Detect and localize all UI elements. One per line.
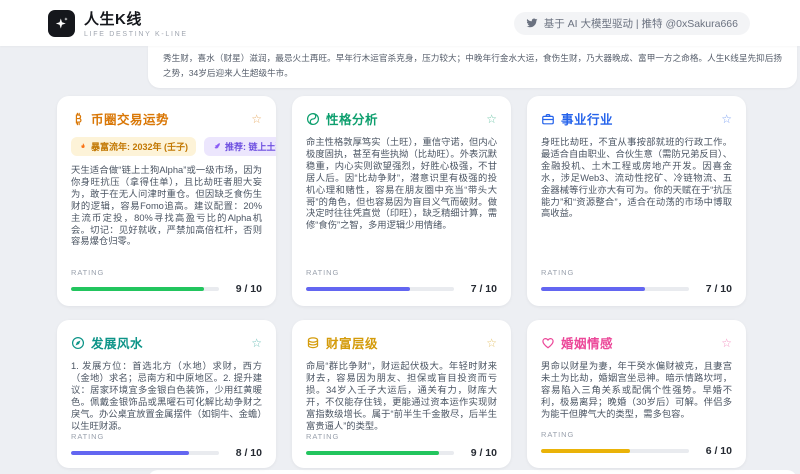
rating-score: 7 / 10: [465, 283, 497, 295]
card-body-text: 命局“群比争财”，财运起伏极大。年轻时财来财去，容易因为朋友、担保或盲目投资而亏…: [306, 361, 497, 432]
favorite-star-icon[interactable]: ☆: [251, 337, 262, 349]
card-body-text: 1. 发展方位：首选北方（水地）求财，西方（金地）求名；忌南方和中原地区。2. …: [71, 361, 262, 432]
next-section-card-top: [148, 470, 797, 474]
rating-fill: [306, 451, 439, 455]
card-marriage: 婚姻情感 ☆ 男命以财星为妻，年干癸水偏财被克，且妻宫未土为比劫，婚姻宫坐忌神。…: [527, 320, 746, 468]
twitter-bird-icon: [526, 17, 538, 29]
tag-recommendation: 推荐: 链上土狗Alpha: [204, 137, 276, 156]
app-logo: [48, 10, 75, 37]
twitter-badge-text: 基于 AI 大模型驱动 | 推特 @0xSakura666: [544, 16, 738, 31]
card-title: 事业行业: [561, 109, 715, 128]
overview-text: 秀生财，喜水（财星）滋润，最忌火土再旺。早年行木运官杀克身，压力较大；中晚年行金…: [163, 51, 782, 81]
rating-score: 9 / 10: [465, 447, 497, 459]
card-header: 币圈交易运势 ☆: [71, 109, 262, 128]
twitter-badge[interactable]: 基于 AI 大模型驱动 | 推特 @0xSakura666: [514, 12, 750, 35]
rating-label: RATING: [71, 432, 262, 441]
rating-section: RATING 7 / 10: [541, 268, 732, 295]
sparkle-icon: [53, 15, 70, 32]
rating-bar: [541, 449, 689, 453]
cards-grid: 币圈交易运势 ☆ 暴富流年: 2032年 (壬子) 推荐: 链上土狗Alpha: [57, 96, 746, 468]
rating-fill: [306, 287, 410, 291]
taiji-icon: [306, 112, 320, 126]
compass-icon: [71, 336, 85, 350]
rating-fill: [71, 451, 189, 455]
card-body-text: 男命以财星为妻，年干癸水偏财被克，且妻宫未土为比劫，婚姻宫坐忌神。暗示情路坎坷，…: [541, 361, 732, 421]
card-body-text: 天生适合做“链上土狗Alpha”或一级市场，因为你身旺抗压（拿得住单），且比劫旺…: [71, 165, 262, 248]
card-title: 财富层级: [326, 333, 480, 352]
main-content: 秀生财，喜水（财星）滋润，最忌火土再旺。早年行木运官杀克身，压力较大；中晚年行金…: [0, 46, 800, 474]
card-career: 事业行业 ☆ 身旺比劫旺，不宜从事按部就班的行政工作。最适合自由职业、合伙生意（…: [527, 96, 746, 306]
flame-icon: [79, 142, 87, 151]
card-header: 财富层级 ☆: [306, 333, 497, 352]
favorite-star-icon[interactable]: ☆: [486, 113, 497, 125]
overview-card: 秀生财，喜水（财星）滋润，最忌火土再旺。早年行木运官杀克身，压力较大；中晚年行金…: [148, 46, 797, 88]
card-wealth: 财富层级 ☆ 命局“群比争财”，财运起伏极大。年轻时财来财去，容易因为朋友、担保…: [292, 320, 511, 468]
rating-label: RATING: [541, 268, 732, 277]
rating-bar: [306, 287, 454, 291]
rating-bar: [541, 287, 689, 291]
rating-label: RATING: [541, 430, 732, 439]
favorite-star-icon[interactable]: ☆: [251, 113, 262, 125]
bitcoin-icon: [71, 112, 85, 126]
card-header: 婚姻情感 ☆: [541, 333, 732, 352]
favorite-star-icon[interactable]: ☆: [486, 337, 497, 349]
rating-bar: [306, 451, 454, 455]
favorite-star-icon[interactable]: ☆: [721, 113, 732, 125]
card-header: 性格分析 ☆: [306, 109, 497, 128]
heart-icon: [541, 336, 555, 350]
rating-score: 7 / 10: [700, 283, 732, 295]
card-fengshui: 发展风水 ☆ 1. 发展方位：首选北方（水地）求财，西方（金地）求名；忌南方和中…: [57, 320, 276, 468]
favorite-star-icon[interactable]: ☆: [721, 337, 732, 349]
rating-score: 9 / 10: [230, 283, 262, 295]
rating-fill: [71, 287, 204, 291]
card-body-text: 命主性格敦厚笃实（土旺），重信守诺，但内心极度固执，甚至有些执拗（比劫旺）。外表…: [306, 137, 497, 232]
card-header: 发展风水 ☆: [71, 333, 262, 352]
rating-section: RATING 9 / 10: [306, 432, 497, 459]
card-title: 发展风水: [91, 333, 245, 352]
tag-label: 推荐: 链上土狗Alpha: [225, 140, 276, 153]
card-body-text: 身旺比劫旺，不宜从事按部就班的行政工作。最适合自由职业、合伙生意（需防兄弟反目）…: [541, 137, 732, 220]
briefcase-icon: [541, 112, 555, 126]
card-title: 性格分析: [326, 109, 480, 128]
rating-section: RATING 7 / 10: [306, 268, 497, 295]
card-title: 币圈交易运势: [91, 109, 245, 128]
rating-section: RATING 8 / 10: [71, 432, 262, 459]
tag-wealth-year: 暴富流年: 2032年 (壬子): [71, 137, 196, 156]
coins-icon: [306, 336, 320, 350]
card-header: 事业行业 ☆: [541, 109, 732, 128]
rating-label: RATING: [306, 268, 497, 277]
rating-bar: [71, 287, 219, 291]
card-title: 婚姻情感: [561, 333, 715, 352]
card-crypto-trading: 币圈交易运势 ☆ 暴富流年: 2032年 (壬子) 推荐: 链上土狗Alpha: [57, 96, 276, 306]
rating-fill: [541, 449, 630, 453]
rating-score: 8 / 10: [230, 447, 262, 459]
brand: 人生K线 LIFE DESTINY K-LINE: [48, 8, 188, 38]
rating-label: RATING: [71, 268, 262, 277]
app-title: 人生K线: [84, 8, 188, 29]
rating-score: 6 / 10: [700, 445, 732, 457]
rating-section: RATING 9 / 10: [71, 268, 262, 295]
app-subtitle: LIFE DESTINY K-LINE: [84, 31, 188, 38]
tag-label: 暴富流年: 2032年 (壬子): [91, 140, 188, 153]
rating-label: RATING: [306, 432, 497, 441]
tag-row: 暴富流年: 2032年 (壬子) 推荐: 链上土狗Alpha: [71, 137, 262, 156]
app-header: 人生K线 LIFE DESTINY K-LINE 基于 AI 大模型驱动 | 推…: [0, 0, 800, 46]
rating-bar: [71, 451, 219, 455]
rating-fill: [541, 287, 645, 291]
rocket-icon: [212, 142, 221, 151]
rating-section: RATING 6 / 10: [541, 430, 732, 457]
card-personality: 性格分析 ☆ 命主性格敦厚笃实（土旺），重信守诺，但内心极度固执，甚至有些执拗（…: [292, 96, 511, 306]
